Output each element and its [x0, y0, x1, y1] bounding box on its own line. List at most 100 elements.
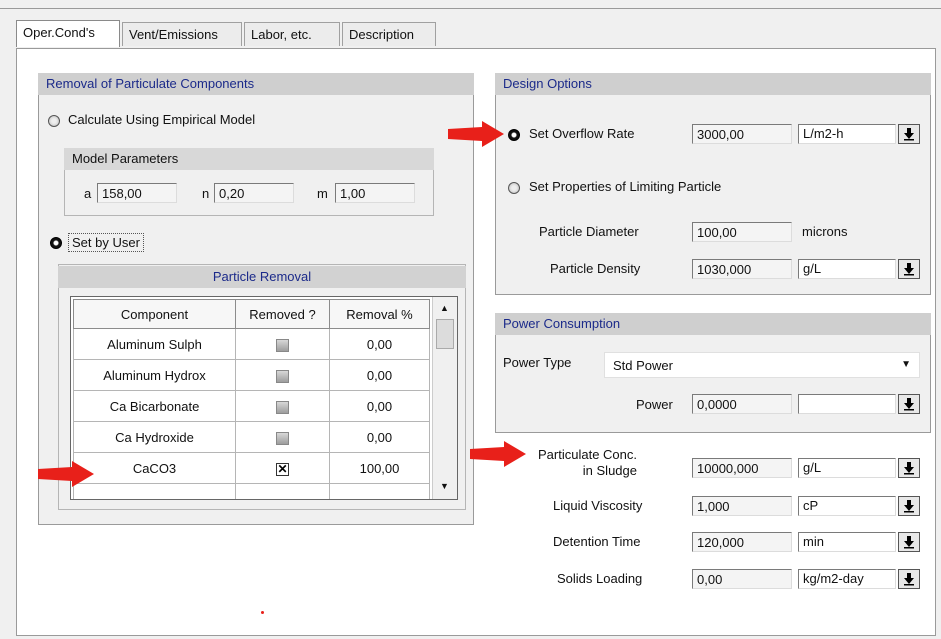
param-a-field[interactable]: 158,00 — [97, 183, 177, 203]
blank-label-box — [522, 488, 548, 514]
detention-time-label: Detention Time — [553, 534, 641, 549]
particle-density-unit-select[interactable]: g/L — [798, 259, 920, 279]
limiting-particle-label[interactable]: Set Properties of Limiting Particle — [529, 179, 721, 194]
removed-checkbox-checked[interactable]: ✕ — [276, 462, 289, 476]
overflow-rate-radio[interactable] — [508, 129, 520, 141]
particle-density-field[interactable]: 1030,000 — [692, 259, 792, 279]
scroll-down-icon[interactable]: ▼ — [440, 481, 449, 491]
down-arrow-icon[interactable] — [898, 394, 920, 414]
table-row[interactable]: Aluminum Hydrox 0,00 — [73, 359, 430, 391]
red-arrow-icon — [470, 441, 526, 467]
power-type-select[interactable]: Std Power ▼ — [604, 352, 920, 378]
overflow-rate-field[interactable]: 3000,00 — [692, 124, 792, 144]
table-vertical-scrollbar[interactable]: ▲ ▼ — [432, 297, 457, 499]
down-arrow-icon[interactable] — [898, 458, 920, 478]
col-component-header[interactable]: Component — [73, 299, 236, 329]
component-cell[interactable]: CaCO3 — [73, 452, 236, 484]
solids-loading-unit-value: kg/m2-day — [798, 569, 896, 589]
design-options-title: Design Options — [495, 73, 931, 95]
removal-pct-cell[interactable]: 0,00 — [329, 390, 430, 422]
removal-section-title: Removal of Particulate Components — [38, 73, 474, 95]
particle-removal-table: Component Removed ? Removal % Aluminum S… — [73, 299, 430, 499]
detention-time-unit-select[interactable]: min — [798, 532, 920, 552]
red-dot-mark — [261, 611, 264, 614]
window-top-border — [0, 8, 941, 9]
overflow-unit-select[interactable]: L/m2-h — [798, 124, 920, 144]
solids-loading-unit-select[interactable]: kg/m2-day — [798, 569, 920, 589]
power-type-label: Power Type — [503, 355, 572, 370]
component-cell[interactable]: Aluminum Sulph — [73, 328, 236, 360]
removal-pct-cell — [329, 483, 430, 499]
component-cell[interactable]: Ca Bicarbonate — [73, 390, 236, 422]
scroll-up-icon[interactable]: ▲ — [440, 303, 449, 313]
solids-loading-field[interactable]: 0,00 — [692, 569, 792, 589]
down-arrow-icon[interactable] — [898, 496, 920, 516]
particle-diameter-field[interactable]: 100,00 — [692, 222, 792, 242]
limiting-particle-radio[interactable] — [508, 182, 520, 194]
power-unit-value — [798, 394, 896, 414]
component-cell[interactable]: Aluminum Hydrox — [73, 359, 236, 391]
tab-vent-emissions[interactable]: Vent/Emissions — [122, 22, 242, 46]
param-a-label: a — [84, 186, 92, 201]
particle-density-label: Particle Density — [550, 261, 641, 276]
detention-time-field[interactable]: 120,000 — [692, 532, 792, 552]
particle-diameter-unit: microns — [802, 224, 848, 239]
param-n-field[interactable]: 0,20 — [214, 183, 294, 203]
power-label: Power — [636, 397, 673, 412]
component-cell[interactable]: Ca Hydroxide — [73, 421, 236, 453]
removed-cell — [235, 328, 330, 360]
power-type-value: Std Power — [613, 358, 673, 373]
removed-cell: ✕ — [235, 452, 330, 484]
removed-cell — [235, 483, 330, 499]
removed-checkbox[interactable] — [276, 431, 289, 445]
table-row[interactable]: Aluminum Sulph 0,00 — [73, 328, 430, 360]
empirical-model-label[interactable]: Calculate Using Empirical Model — [68, 112, 255, 127]
removed-cell — [235, 421, 330, 453]
table-row[interactable]: CaCO3 ✕ 100,00 — [73, 452, 430, 484]
particulate-conc-unit-select[interactable]: g/L — [798, 458, 920, 478]
power-unit-select[interactable] — [798, 394, 920, 414]
liquid-viscosity-field[interactable]: 1,000 — [692, 496, 792, 516]
table-row-partial — [73, 483, 430, 499]
param-n-label: n — [202, 186, 210, 201]
removed-checkbox[interactable] — [276, 338, 289, 352]
set-by-user-label[interactable]: Set by User — [68, 233, 144, 252]
removed-cell — [235, 390, 330, 422]
down-arrow-icon[interactable] — [898, 569, 920, 589]
param-m-field[interactable]: 1,00 — [335, 183, 415, 203]
model-parameters-title: Model Parameters — [64, 148, 434, 170]
overflow-unit-value: L/m2-h — [798, 124, 896, 144]
down-arrow-icon[interactable] — [898, 124, 920, 144]
empirical-model-radio[interactable] — [48, 115, 60, 127]
red-arrow-icon — [38, 461, 94, 487]
table-row[interactable]: Ca Bicarbonate 0,00 — [73, 390, 430, 422]
red-arrow-icon — [448, 121, 504, 147]
particle-diameter-label: Particle Diameter — [539, 224, 639, 239]
removed-cell — [235, 359, 330, 391]
tab-description[interactable]: Description — [342, 22, 436, 46]
scrollbar-thumb[interactable] — [436, 319, 454, 349]
removal-pct-cell[interactable]: 0,00 — [329, 328, 430, 360]
liquid-viscosity-unit-select[interactable]: cP — [798, 496, 920, 516]
chevron-down-icon[interactable]: ▼ — [901, 359, 911, 370]
particulate-conc-field[interactable]: 10000,000 — [692, 458, 792, 478]
param-m-label: m — [317, 186, 328, 201]
down-arrow-icon[interactable] — [898, 259, 920, 279]
table-header-row: Component Removed ? Removal % — [73, 299, 430, 329]
removed-checkbox[interactable] — [276, 369, 289, 383]
set-by-user-radio[interactable] — [50, 237, 62, 249]
solids-loading-label: Solids Loading — [557, 571, 643, 586]
removal-pct-cell[interactable]: 0,00 — [329, 421, 430, 453]
overflow-rate-label[interactable]: Set Overflow Rate — [529, 126, 635, 141]
power-field[interactable]: 0,0000 — [692, 394, 792, 414]
removal-pct-cell[interactable]: 100,00 — [329, 452, 430, 484]
tab-labor[interactable]: Labor, etc. — [244, 22, 340, 46]
removal-pct-cell[interactable]: 0,00 — [329, 359, 430, 391]
col-removed-header[interactable]: Removed ? — [235, 299, 330, 329]
down-arrow-icon[interactable] — [898, 532, 920, 552]
tab-oper-conds[interactable]: Oper.Cond's — [16, 20, 120, 47]
col-removal-pct-header[interactable]: Removal % — [329, 299, 430, 329]
table-row[interactable]: Ca Hydroxide 0,00 — [73, 421, 430, 453]
removed-checkbox[interactable] — [276, 400, 289, 414]
power-consumption-title: Power Consumption — [495, 313, 931, 335]
